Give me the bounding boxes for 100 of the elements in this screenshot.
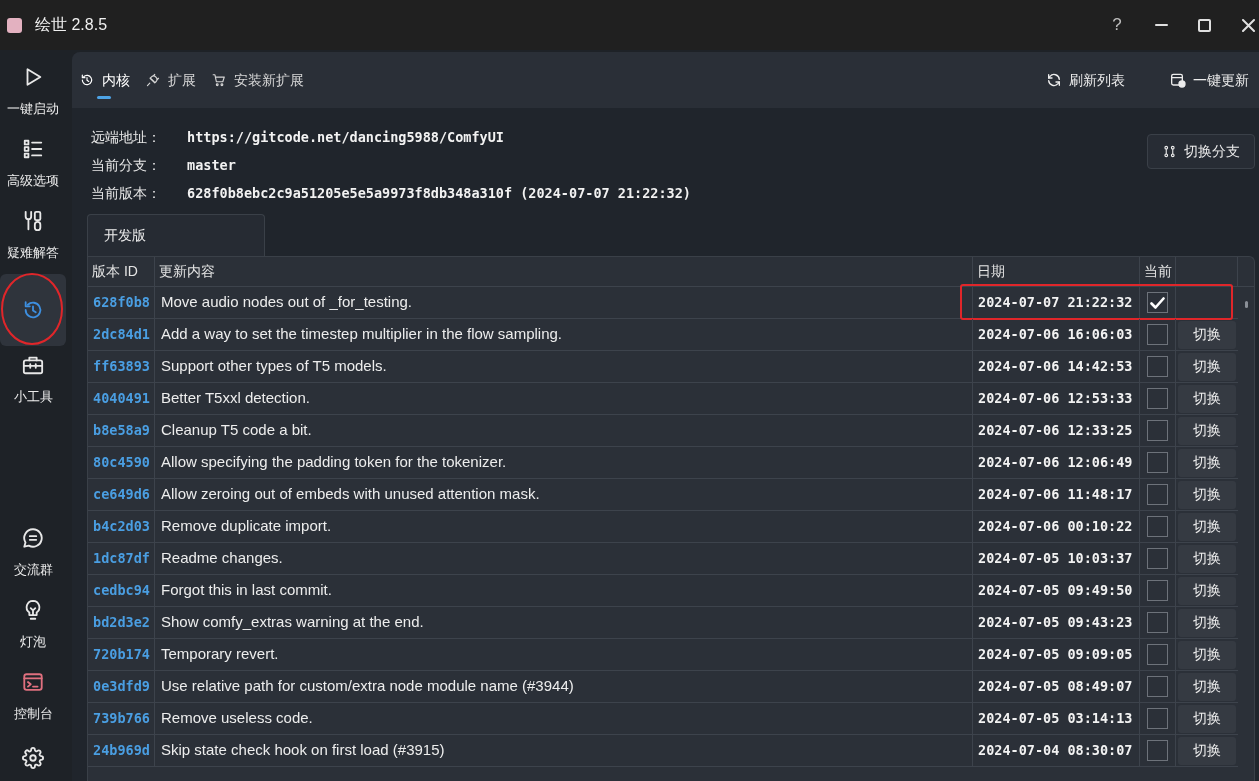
checkbox[interactable] <box>1147 420 1168 441</box>
tab[interactable]: 安装新扩展 <box>212 52 304 108</box>
switch-branch-button[interactable]: 切换分支 <box>1147 134 1255 169</box>
commit-id-link[interactable]: 1dc87df <box>93 548 150 569</box>
tab[interactable]: 扩展 <box>146 52 196 108</box>
commit-message: Readme changes. <box>161 548 283 569</box>
refresh-icon <box>1046 72 1062 88</box>
commit-date: 2024-07-05 10:03:37 <box>978 549 1133 569</box>
minimize-icon <box>1154 24 1168 26</box>
commit-id-link[interactable]: 739b766 <box>93 708 150 729</box>
checkbox[interactable] <box>1147 484 1168 505</box>
sidebar-item[interactable]: 控制台 <box>0 663 66 735</box>
sidebar-item[interactable]: 小工具 <box>0 346 66 418</box>
switch-button[interactable]: 切换 <box>1178 608 1236 637</box>
commit-message: Temporary revert. <box>161 644 279 665</box>
switch-button[interactable]: 切换 <box>1178 640 1236 669</box>
sidebar-item[interactable]: 疑难解答 <box>0 202 66 274</box>
plug-icon <box>146 73 160 87</box>
commit-id-link[interactable]: ff63893 <box>93 356 150 377</box>
column-header: 日期 <box>977 262 1005 281</box>
commit-date: 2024-07-04 08:30:07 <box>978 741 1133 761</box>
tab[interactable]: 内核 <box>80 52 130 108</box>
commit-id-link[interactable]: 2dc84d1 <box>93 324 150 345</box>
commit-message: Remove useless code. <box>161 708 313 729</box>
checkbox[interactable] <box>1147 644 1168 665</box>
checkbox[interactable] <box>1147 612 1168 633</box>
checkbox[interactable] <box>1147 516 1168 537</box>
version-tab[interactable]: 开发版 <box>87 214 265 256</box>
column-header: 当前 <box>1144 262 1172 281</box>
window-badge-icon <box>1170 72 1186 88</box>
commit-id-link[interactable]: b8e58a9 <box>93 420 150 441</box>
commit-date: 2024-07-06 12:53:33 <box>978 389 1133 409</box>
toolbox-icon <box>22 354 44 376</box>
commit-id-link[interactable]: bd2d3e2 <box>93 612 150 633</box>
toolbar-button[interactable]: 刷新列表 <box>1046 69 1125 91</box>
switch-button[interactable]: 切换 <box>1178 512 1236 541</box>
commit-id-link[interactable]: ce649d6 <box>93 484 150 505</box>
switch-button[interactable]: 切换 <box>1178 320 1236 349</box>
commit-id-link[interactable]: 0e3dfd9 <box>93 676 150 697</box>
help-button[interactable]: ? <box>1095 8 1139 42</box>
switch-button[interactable]: 切换 <box>1178 704 1236 733</box>
switch-button[interactable]: 切换 <box>1178 480 1236 509</box>
commit-id-link[interactable]: 80c4590 <box>93 452 150 473</box>
switch-button[interactable]: 切换 <box>1178 448 1236 477</box>
commit-date: 2024-07-06 12:33:25 <box>978 421 1133 441</box>
checkmark-icon <box>1150 295 1165 310</box>
checkbox[interactable] <box>1147 580 1168 601</box>
checkbox[interactable] <box>1147 356 1168 377</box>
commit-message: Allow zeroing out of embeds with unused attention mask. <box>161 484 540 505</box>
history-icon <box>80 73 94 87</box>
branch-icon <box>1162 145 1176 158</box>
cart-icon <box>212 73 226 87</box>
commit-date: 2024-07-06 16:06:03 <box>978 325 1133 345</box>
maximize-icon <box>1197 18 1211 32</box>
commit-date: 2024-07-05 08:49:07 <box>978 677 1133 697</box>
checkbox[interactable] <box>1147 676 1168 697</box>
app-icon <box>7 17 22 33</box>
commit-id-link[interactable]: cedbc94 <box>93 580 150 601</box>
commit-message: Use relative path for custom/extra node module name (#3944) <box>161 676 574 697</box>
checkbox[interactable] <box>1147 388 1168 409</box>
scrollbar-thumb[interactable] <box>1244 301 1248 308</box>
commit-message: Skip state check hook on first load (#3915) <box>161 740 445 761</box>
history-icon <box>22 299 44 321</box>
switch-button[interactable]: 切换 <box>1178 384 1236 413</box>
toolbar-button[interactable]: 一键更新 <box>1170 69 1249 91</box>
commit-id-link[interactable]: 4040491 <box>93 388 150 409</box>
commit-message: Forgot this in last commit. <box>161 580 332 601</box>
close-icon <box>1242 18 1255 32</box>
checkbox[interactable] <box>1147 708 1168 729</box>
field-value: 628f0b8ebc2c9a51205e5e5a9973f8db348a310f (2024-07-07 21:22:32) <box>187 183 691 203</box>
commit-id-link[interactable]: 720b174 <box>93 644 150 665</box>
column-header: 更新内容 <box>159 262 215 281</box>
commit-date: 2024-07-05 09:09:05 <box>978 645 1133 665</box>
switch-button[interactable]: 切换 <box>1178 736 1236 765</box>
commit-message: Move audio nodes out of _for_testing. <box>161 292 412 313</box>
terminal-icon <box>22 671 44 693</box>
window-title: 绘世 2.8.5 <box>35 15 108 35</box>
commit-id-link[interactable]: 628f0b8 <box>93 292 150 313</box>
checkbox[interactable] <box>1147 292 1168 313</box>
column-header: 版本 ID <box>92 262 138 281</box>
commit-date: 2024-07-06 12:06:49 <box>978 453 1133 473</box>
commit-message: Show comfy_extras warning at the end. <box>161 612 424 633</box>
commit-id-link[interactable]: b4c2d03 <box>93 516 150 537</box>
switch-button[interactable]: 切换 <box>1178 544 1236 573</box>
commit-date: 2024-07-07 21:22:32 <box>978 293 1133 313</box>
sidebar-item[interactable]: 灯泡 <box>0 591 66 663</box>
sidebar-item[interactable]: 高级选项 <box>0 130 66 202</box>
checkbox[interactable] <box>1147 324 1168 345</box>
checkbox[interactable] <box>1147 548 1168 569</box>
sidebar-item[interactable]: 交流群 <box>0 519 66 591</box>
checkbox[interactable] <box>1147 740 1168 761</box>
sidebar-item[interactable]: 一键启动 <box>0 58 66 130</box>
field-value: master <box>187 155 236 175</box>
commit-message: Add a way to set the timestep multiplier in the flow sampling. <box>161 324 563 345</box>
commit-id-link[interactable]: 24b969d <box>93 740 150 761</box>
switch-button[interactable]: 切换 <box>1178 672 1236 701</box>
switch-button[interactable]: 切换 <box>1178 416 1236 445</box>
checkbox[interactable] <box>1147 452 1168 473</box>
switch-button[interactable]: 切换 <box>1178 576 1236 605</box>
switch-button[interactable]: 切换 <box>1178 352 1236 381</box>
